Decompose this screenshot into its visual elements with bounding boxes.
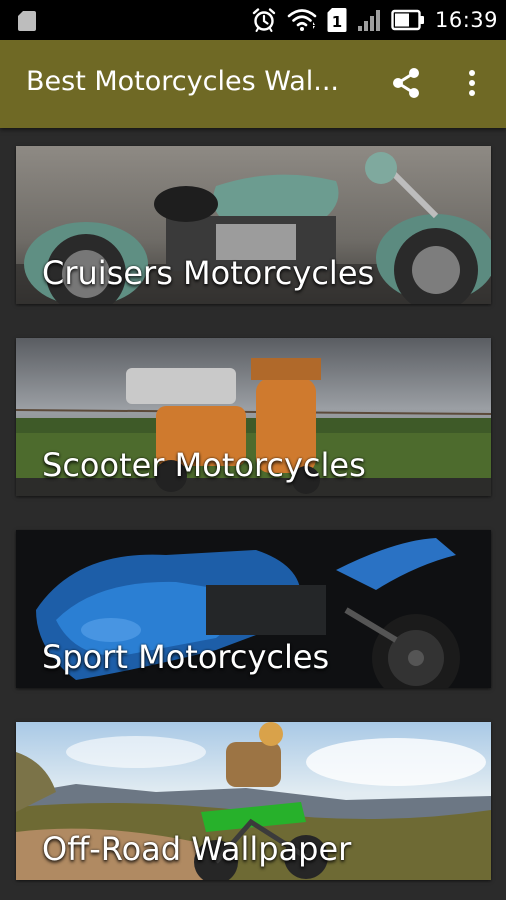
status-bar: 1 16:39 — [0, 0, 506, 40]
category-label: Sport Motorcycles — [42, 638, 330, 676]
category-card-sport[interactable]: Sport Motorcycles — [16, 530, 491, 688]
overflow-menu-button[interactable] — [452, 65, 492, 105]
app-bar: Best Motorcycles Wal... — [0, 40, 506, 128]
category-card-cruisers[interactable]: Cruisers Motorcycles — [16, 146, 491, 304]
sim-1-icon: 1 — [327, 7, 347, 33]
category-label: Cruisers Motorcycles — [42, 254, 375, 292]
category-label: Off-Road Wallpaper — [42, 830, 352, 868]
share-button[interactable] — [386, 65, 426, 105]
sd-card-icon — [18, 11, 36, 31]
status-time: 16:39 — [434, 8, 498, 32]
sim-label: 1 — [332, 13, 342, 31]
status-icons: 1 16:39 — [251, 0, 498, 40]
more-vert-icon — [467, 68, 477, 102]
battery-icon — [391, 9, 425, 31]
category-card-off-road[interactable]: Off-Road Wallpaper — [16, 722, 491, 880]
app-title: Best Motorcycles Wal... — [26, 66, 339, 97]
category-label: Scooter Motorcycles — [42, 446, 366, 484]
category-card-scooter[interactable]: Scooter Motorcycles — [16, 338, 491, 496]
wifi-icon — [287, 8, 317, 32]
signal-icon — [357, 8, 381, 32]
alarm-icon — [251, 7, 277, 33]
share-icon — [389, 66, 423, 104]
